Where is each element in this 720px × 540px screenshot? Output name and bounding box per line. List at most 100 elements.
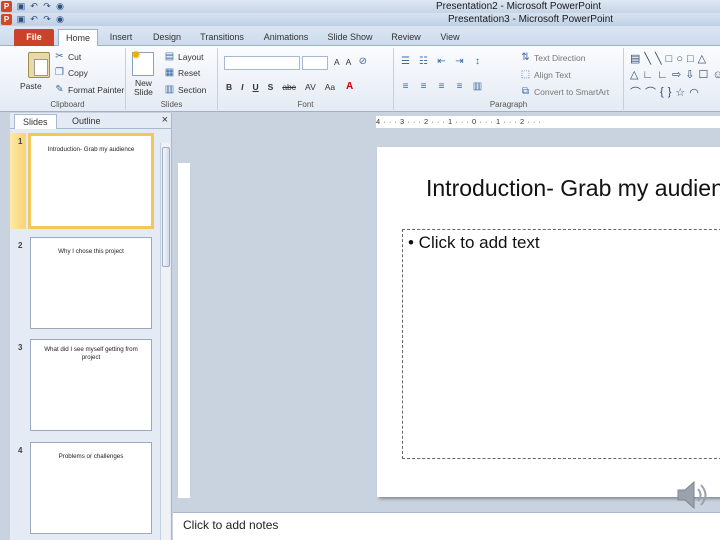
clear-format-icon[interactable]: ⊘: [357, 57, 368, 67]
line-shape-icon[interactable]: ╲: [655, 52, 662, 65]
change-case-button[interactable]: Aa: [325, 82, 335, 92]
back-window-titlebar[interactable]: P ▣ ↶ ↷ ◉ Presentation2 - Microsoft Powe…: [0, 0, 720, 13]
scrollbar-thumb[interactable]: [162, 147, 170, 267]
tab-design[interactable]: Design: [148, 29, 186, 46]
shapes-row-3: ⌒ ⌒ {} ☆ ◠: [630, 84, 699, 100]
font-name-box[interactable]: [224, 56, 300, 70]
vertical-ruler: [178, 163, 190, 498]
tab-file[interactable]: File: [14, 29, 54, 46]
undo-icon[interactable]: ↶: [29, 1, 39, 11]
ribbon-tabs: File Home Insert Design Transitions Anim…: [0, 26, 720, 46]
textbox-shape-icon[interactable]: ▤: [630, 52, 640, 65]
line-spacing-icon[interactable]: ↕: [472, 57, 483, 67]
slide-thumbnail[interactable]: Problems or challenges: [30, 442, 152, 534]
powerpoint-icon[interactable]: P: [1, 14, 12, 25]
section-button[interactable]: ▥ Section: [164, 85, 207, 96]
shrink-font-button[interactable]: A: [346, 57, 352, 67]
italic-button[interactable]: I: [241, 82, 243, 92]
slide-number: 3: [18, 343, 23, 352]
list-buttons: ☰ ☷ ⇤ ⇥ ↕: [400, 57, 483, 67]
layout-button[interactable]: ▤ Layout: [164, 52, 204, 63]
slide-thumbnail[interactable]: Introduction- Grab my audience: [28, 133, 154, 229]
close-icon[interactable]: ×: [162, 114, 168, 126]
redo-icon[interactable]: ↷: [42, 1, 52, 11]
tab-review[interactable]: Review: [386, 29, 426, 46]
align-center-icon[interactable]: ≡: [418, 82, 429, 92]
arrow-shape-icon[interactable]: ⇨: [672, 68, 681, 81]
increase-indent-icon[interactable]: ⇥: [454, 57, 465, 67]
oval-shape-icon[interactable]: ○: [676, 53, 683, 65]
paste-button[interactable]: Paste: [20, 81, 42, 91]
tab-view[interactable]: View: [432, 29, 468, 46]
save-icon[interactable]: ▣: [16, 14, 26, 24]
copy-button[interactable]: ❐ Copy: [54, 68, 88, 79]
brace-shape-icon[interactable]: {: [660, 86, 664, 98]
font-color-icon[interactable]: A: [344, 82, 355, 92]
convert-smartart-button[interactable]: ⧉ Convert to SmartArt: [520, 87, 609, 98]
strikethrough-button[interactable]: abc: [282, 82, 296, 92]
new-slide-button[interactable]: New Slide: [134, 79, 153, 97]
tab-outline[interactable]: Outline: [64, 114, 109, 129]
callout-shape-icon[interactable]: ☐: [698, 68, 708, 81]
curve-shape-icon[interactable]: ⌒: [630, 84, 641, 100]
align-left-icon[interactable]: ≡: [400, 82, 411, 92]
char-spacing-button[interactable]: AV: [305, 82, 316, 92]
tab-animations[interactable]: Animations: [260, 29, 312, 46]
font-size-box[interactable]: [302, 56, 328, 70]
align-right-icon[interactable]: ≡: [436, 82, 447, 92]
font-group-label: Font: [297, 100, 314, 109]
triangle-shape-icon[interactable]: △: [630, 68, 638, 81]
record-icon[interactable]: ◉: [55, 1, 65, 11]
new-slide-icon[interactable]: [131, 48, 154, 76]
numbering-icon[interactable]: ☷: [418, 57, 429, 67]
bold-button[interactable]: B: [226, 82, 232, 92]
tab-insert[interactable]: Insert: [104, 29, 138, 46]
smiley-shape-icon[interactable]: ☺: [712, 69, 720, 81]
save-icon[interactable]: ▣: [16, 1, 26, 11]
front-window-titlebar[interactable]: P ▣ ↶ ↷ ◉ Presentation3 - Microsoft Powe…: [0, 13, 720, 26]
slide-thumbnail[interactable]: Why I chose this project: [30, 237, 152, 329]
curve-shape-icon[interactable]: ⌒: [645, 84, 656, 100]
align-text-button[interactable]: ⬚ Align Text: [520, 70, 571, 81]
slide-thumbnail[interactable]: What did I see myself getting from proje…: [30, 339, 152, 431]
arc-shape-icon[interactable]: ◠: [689, 86, 699, 99]
justify-icon[interactable]: ≡: [454, 82, 465, 92]
line-shape-icon[interactable]: ╲: [644, 52, 651, 65]
rectangle-shape-icon[interactable]: □: [666, 53, 673, 65]
tab-slides[interactable]: Slides: [14, 114, 57, 129]
reset-icon: ▦: [164, 67, 175, 78]
shadow-button[interactable]: S: [268, 82, 274, 92]
slides-pane-scrollbar[interactable]: [160, 143, 170, 540]
decrease-indent-icon[interactable]: ⇤: [436, 57, 447, 67]
star-shape-icon[interactable]: ☆: [675, 86, 685, 99]
speaker-icon[interactable]: [674, 478, 708, 512]
elbow-connector-icon[interactable]: ∟: [642, 69, 653, 81]
bullets-icon[interactable]: ☰: [400, 57, 411, 67]
content-placeholder[interactable]: • Click to add text: [402, 229, 720, 459]
slide-canvas[interactable]: Introduction- Grab my audience • Click t…: [377, 147, 720, 497]
tab-slide-show[interactable]: Slide Show: [324, 29, 376, 46]
undo-icon[interactable]: ↶: [29, 14, 39, 24]
tab-transitions[interactable]: Transitions: [196, 29, 248, 46]
redo-icon[interactable]: ↷: [42, 14, 52, 24]
format-painter-button[interactable]: ✎ Format Painter: [54, 85, 124, 96]
brace-shape-icon[interactable]: }: [668, 86, 672, 98]
text-direction-icon: ⇅: [521, 52, 530, 63]
arrow-shape-icon[interactable]: ⇩: [685, 68, 694, 81]
triangle-shape-icon[interactable]: △: [698, 52, 706, 65]
quick-access-toolbar: ▣ ↶ ↷ ◉: [16, 14, 65, 24]
powerpoint-icon[interactable]: P: [1, 1, 12, 12]
paste-icon[interactable]: [28, 52, 50, 78]
tab-home[interactable]: Home: [58, 29, 98, 46]
rectangle-shape-icon[interactable]: □: [687, 53, 694, 65]
elbow-connector-icon[interactable]: ∟: [657, 69, 668, 81]
underline-button[interactable]: U: [253, 82, 259, 92]
record-icon[interactable]: ◉: [55, 14, 65, 24]
cut-button[interactable]: ✂ Cut: [54, 52, 81, 63]
text-direction-button[interactable]: ⇅ Text Direction: [520, 52, 585, 64]
grow-font-button[interactable]: A: [334, 57, 340, 67]
slide-title[interactable]: Introduction- Grab my audience: [426, 175, 720, 202]
reset-button[interactable]: ▦ Reset: [164, 67, 200, 79]
columns-icon[interactable]: ▥: [472, 82, 483, 92]
notes-pane[interactable]: Click to add notes: [173, 512, 720, 540]
